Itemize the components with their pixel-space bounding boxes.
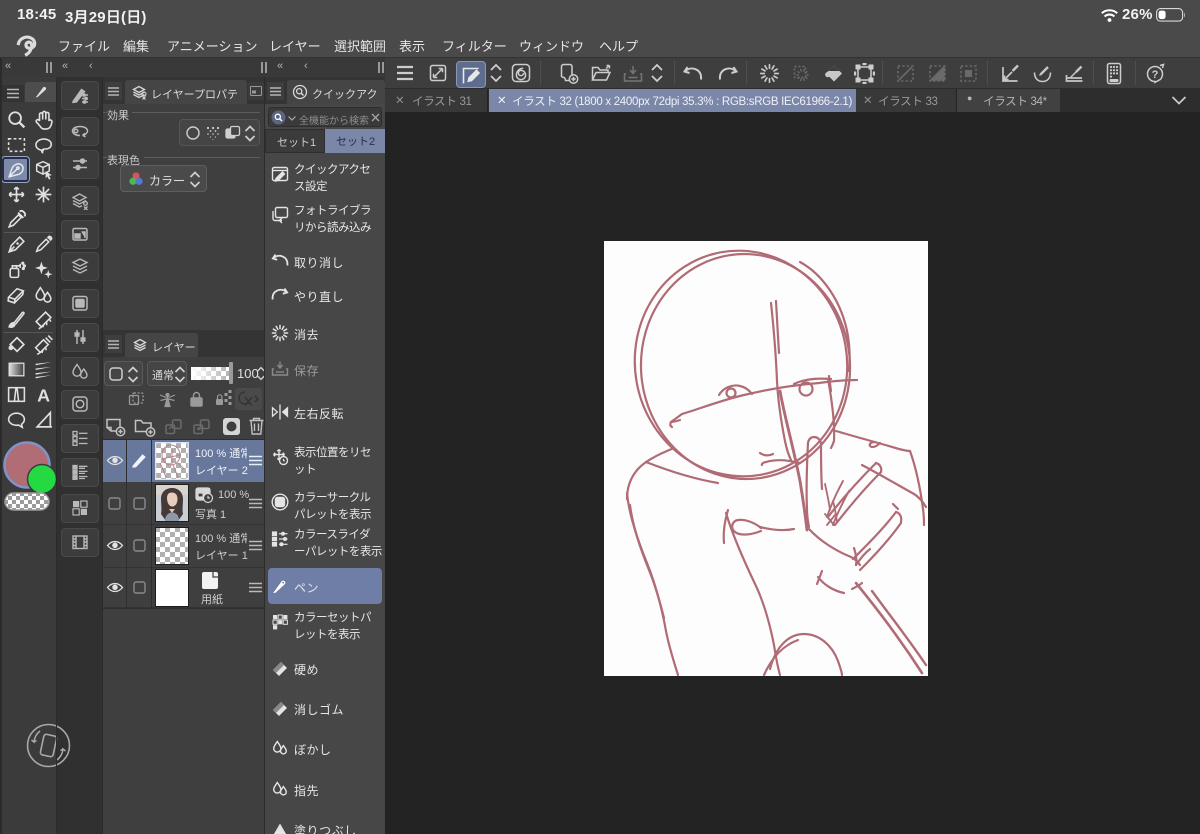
svg-text:?: ? [1152, 69, 1159, 81]
svg-text:A: A [37, 385, 50, 405]
